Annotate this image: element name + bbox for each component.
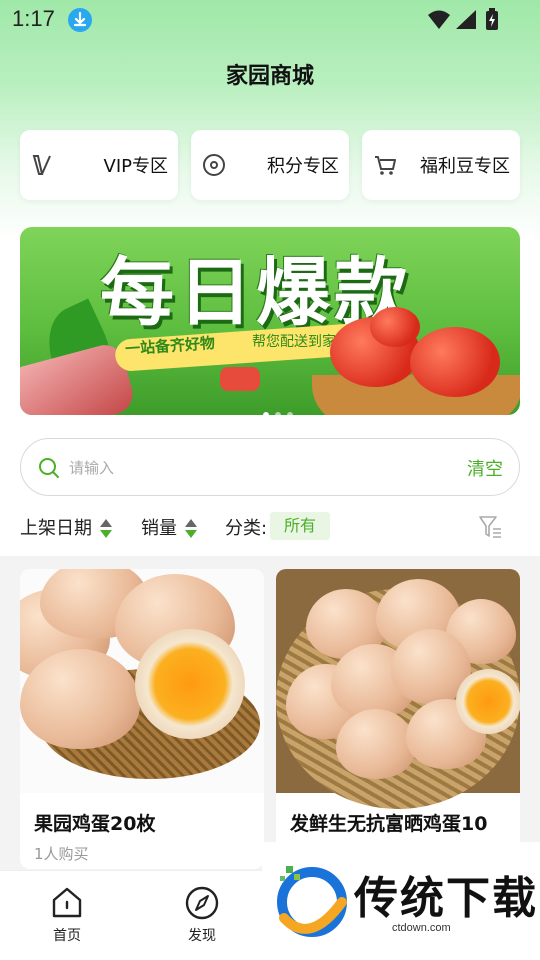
product-name: 发鲜生无抗富晒鸡蛋10 [290, 813, 488, 835]
watermark-logo [272, 862, 348, 938]
product-card[interactable]: 发鲜生无抗富晒鸡蛋10 [276, 569, 520, 869]
vip-zone-button[interactable]: VIP专区 [20, 130, 178, 200]
nav-home[interactable]: 首页 [37, 885, 97, 945]
clear-button[interactable]: 清空 [467, 455, 503, 481]
sort-arrows-icon [99, 518, 112, 540]
tomato-image [370, 307, 420, 347]
search-bar: 清空 [20, 438, 520, 496]
status-bar: 1:17 [0, 0, 540, 38]
sort-by-sales-label: 销量 [141, 518, 177, 539]
points-zone-button[interactable]: 积分专区 [191, 130, 349, 200]
filter-icon[interactable] [478, 514, 504, 540]
watermark: 传统下载 ctdown.com [262, 842, 540, 942]
product-image [276, 569, 520, 809]
points-icon [201, 152, 227, 178]
banner-slogan-secondary: 帮您配送到家 [252, 334, 336, 350]
delivery-scooter-image [220, 367, 260, 391]
filter-bar: 上架日期 销量 分类: 所有 [20, 510, 520, 544]
product-card[interactable]: 果园鸡蛋20枚 1人购买 [20, 569, 264, 869]
search-icon [38, 457, 60, 479]
sort-arrows-icon [184, 518, 197, 540]
status-time: 1:17 [12, 6, 55, 31]
wifi-icon [428, 10, 450, 29]
page-title: 家园商城 [225, 64, 314, 89]
vip-zone-label: VIP专区 [103, 156, 168, 177]
promo-banner[interactable]: 每日爆款 一站备齐好物 帮您配送到家 [20, 227, 520, 415]
carousel-indicator[interactable] [260, 403, 296, 415]
product-buyers: 1人购买 [34, 845, 89, 863]
vip-icon [30, 152, 56, 178]
bonus-zone-button[interactable]: 福利豆专区 [362, 130, 520, 200]
category-label: 分类: [225, 518, 268, 539]
zone-cards: VIP专区 积分专区 福利豆专区 [20, 130, 520, 200]
signal-icon [456, 10, 476, 29]
category-dropdown[interactable]: 所有 [270, 512, 331, 540]
nav-home-label: 首页 [53, 928, 81, 944]
home-icon [49, 885, 85, 921]
cart-icon [372, 152, 398, 178]
nav-discover-label: 发现 [188, 928, 216, 944]
points-zone-label: 积分专区 [267, 156, 339, 177]
compass-icon [184, 885, 220, 921]
search-input[interactable] [69, 453, 429, 483]
download-icon [68, 8, 92, 32]
sort-by-date-label: 上架日期 [20, 518, 92, 539]
nav-discover[interactable]: 发现 [172, 885, 232, 945]
sort-by-date-button[interactable]: 上架日期 [20, 514, 112, 540]
status-icons [426, 8, 502, 36]
sort-by-sales-button[interactable]: 销量 [141, 514, 197, 540]
bonus-zone-label: 福利豆专区 [420, 156, 510, 177]
battery-icon [486, 8, 498, 30]
product-image [20, 569, 264, 793]
watermark-url: ctdown.com [392, 922, 451, 934]
watermark-text: 传统下载 [354, 873, 538, 924]
tomato-image [410, 327, 500, 397]
product-name: 果园鸡蛋20枚 [34, 813, 156, 835]
